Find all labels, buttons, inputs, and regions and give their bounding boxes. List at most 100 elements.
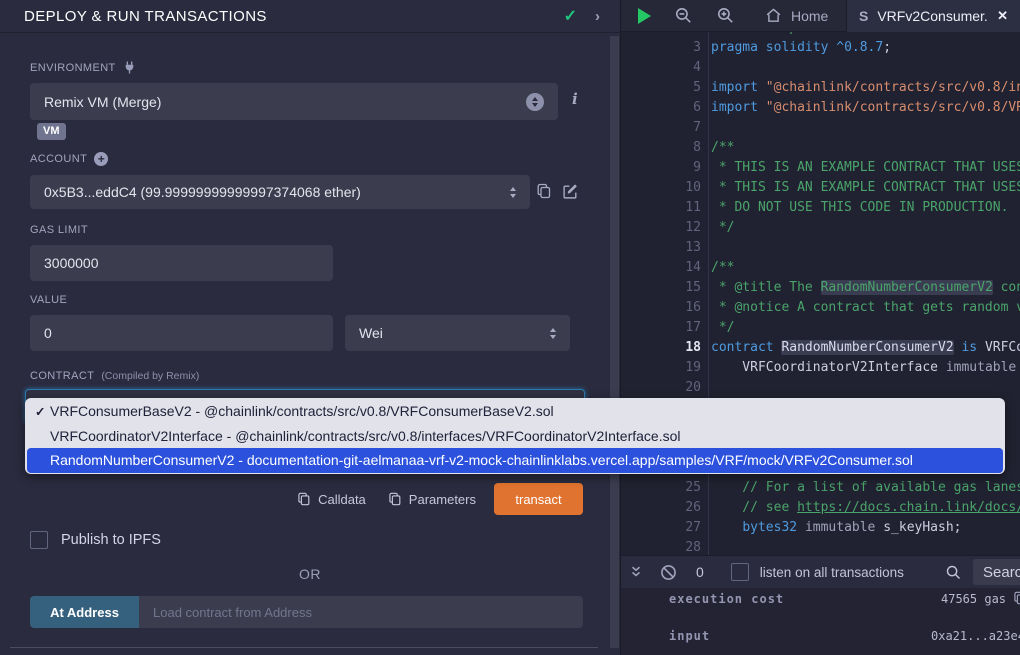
copy-icon <box>388 492 402 506</box>
terminal-expand-chevrons-icon[interactable] <box>629 565 643 579</box>
line-content: // see https://docs.chain.link/docs/vrf-… <box>708 498 1020 518</box>
value-unit-select[interactable]: Wei <box>345 315 570 351</box>
account-label-row: ACCOUNT + <box>30 152 108 166</box>
line-content: */ <box>708 318 734 338</box>
line-number: 10 <box>621 178 701 198</box>
line-content <box>708 378 711 398</box>
panel-divider <box>10 647 598 648</box>
line-number: 16 <box>621 298 701 318</box>
remix-ide-screen: DEPLOY & RUN TRANSACTIONS ✓ › ENVIRONMEN… <box>0 0 1020 655</box>
environment-value: Remix VM (Merge) <box>44 94 526 110</box>
at-address-input[interactable] <box>139 596 583 628</box>
zoom-out-icon[interactable] <box>674 6 693 25</box>
at-address-button[interactable]: At Address <box>30 596 139 628</box>
run-script-play-icon[interactable] <box>638 8 651 24</box>
code-line: 17 */ <box>621 318 1020 338</box>
transaction-count: 0 <box>696 564 704 580</box>
clear-console-ban-icon[interactable] <box>660 564 677 581</box>
value-label-row: VALUE <box>30 294 67 306</box>
deploy-run-panel: DEPLOY & RUN TRANSACTIONS ✓ › ENVIRONMEN… <box>0 0 620 655</box>
line-content <box>708 58 711 78</box>
editor-column: Home S VRFv2Consumer.sol ✕ 2// An exampl… <box>620 0 1020 655</box>
contract-label: CONTRACT <box>30 370 94 382</box>
account-select[interactable]: 0x5B3...eddC4 (99.99999999999997374068 e… <box>30 175 530 209</box>
parameters-label: Parameters <box>409 492 476 507</box>
terminal-key: input <box>669 629 710 643</box>
value-unit: Wei <box>359 325 550 341</box>
code-line: 14 /** <box>621 258 1020 278</box>
plug-icon <box>123 61 136 74</box>
line-number: 3 <box>621 38 701 58</box>
tab-close-icon[interactable]: ✕ <box>997 8 1008 24</box>
code-line: 28 <box>621 538 1020 555</box>
environment-select[interactable]: Remix VM (Merge) <box>30 83 558 120</box>
line-number: 11 <box>621 198 701 218</box>
line-number: 28 <box>621 538 701 555</box>
home-icon <box>765 7 782 24</box>
panel-collapse-chevron-icon[interactable]: › <box>595 8 600 25</box>
line-content <box>708 118 711 138</box>
code-line: 27 bytes32 immutable s_keyHash; <box>621 518 1020 538</box>
parameters-action[interactable]: Parameters <box>388 492 476 507</box>
tab-home[interactable]: Home <box>749 0 844 32</box>
line-number: 14 <box>621 258 701 278</box>
code-line: 18contract RandomNumberConsumerV2 is VRF… <box>621 338 1020 358</box>
code-editor[interactable]: 2// An example of a consumer contract th… <box>621 32 1020 555</box>
calldata-action[interactable]: Calldata <box>297 492 366 507</box>
select-arrows-icon <box>510 187 516 198</box>
option-label: VRFConsumerBaseV2 - @chainlink/contracts… <box>50 403 554 419</box>
copy-icon <box>297 492 311 506</box>
gas-limit-input[interactable] <box>30 245 333 281</box>
contract-dropdown-option[interactable]: RandomNumberConsumerV2 - documentation-g… <box>27 448 1003 473</box>
code-line: 8/** <box>621 138 1020 158</box>
code-line: 9 * THIS IS AN EXAMPLE CONTRACT THAT USE… <box>621 158 1020 178</box>
zoom-in-icon[interactable] <box>716 6 735 25</box>
tab-vrfv2consumer[interactable]: S VRFv2Consumer.sol ✕ <box>846 0 1020 32</box>
terminal-bar: 0 listen on all transactions <box>621 555 1020 588</box>
value-label: VALUE <box>30 294 67 306</box>
gas-limit-label: GAS LIMIT <box>30 224 88 236</box>
value-input[interactable] <box>30 315 333 351</box>
line-number: 17 <box>621 318 701 338</box>
panel-scrollbar[interactable] <box>610 36 619 648</box>
environment-info-icon[interactable]: i <box>572 90 578 108</box>
line-number: 26 <box>621 498 701 518</box>
code-line: 6import "@chainlink/contracts/src/v0.8/V… <box>621 98 1020 118</box>
environment-label-row: ENVIRONMENT <box>30 61 136 74</box>
listen-all-transactions-label: listen on all transactions <box>760 565 904 580</box>
publish-to-ipfs-checkbox[interactable] <box>30 531 48 549</box>
contract-dropdown-option[interactable]: ✓VRFConsumerBaseV2 - @chainlink/contract… <box>27 399 1003 424</box>
editor-tabbar: Home S VRFv2Consumer.sol ✕ <box>621 0 1020 32</box>
code-lines: 2// An example of a consumer contract th… <box>621 32 1020 555</box>
contract-dropdown-option[interactable]: VRFCoordinatorV2Interface - @chainlink/c… <box>27 424 1003 449</box>
copy-account-icon[interactable] <box>536 183 552 199</box>
panel-title: DEPLOY & RUN TRANSACTIONS <box>24 8 564 25</box>
code-line: 11 * DO NOT USE THIS CODE IN PRODUCTION. <box>621 198 1020 218</box>
line-content: bytes32 immutable s_keyHash; <box>708 518 961 538</box>
select-arrows-icon <box>526 93 544 111</box>
line-content: * DO NOT USE THIS CODE IN PRODUCTION. <box>708 198 1008 218</box>
line-content: /** <box>708 258 734 278</box>
copy-icon[interactable] <box>1013 591 1020 605</box>
line-number: 15 <box>621 278 701 298</box>
line-number: 19 <box>621 358 701 378</box>
at-address-row: At Address <box>30 596 583 628</box>
code-line: 26 // see https://docs.chain.link/docs/v… <box>621 498 1020 518</box>
contract-label-row: CONTRACT (Compiled by Remix) <box>30 370 199 382</box>
terminal-search-input[interactable] <box>973 559 1020 585</box>
add-account-icon[interactable]: + <box>94 152 108 166</box>
listen-all-transactions-checkbox[interactable] <box>731 563 749 581</box>
calldata-label: Calldata <box>318 492 366 507</box>
line-number: 9 <box>621 158 701 178</box>
transact-button[interactable]: transact <box>494 483 583 515</box>
terminal-search-icon <box>945 564 962 581</box>
code-line: 19 VRFCoordinatorV2Interface immutable C… <box>621 358 1020 378</box>
line-content: // For a list of available gas lanes on … <box>708 478 1020 498</box>
edit-account-icon[interactable] <box>562 183 579 200</box>
line-content: contract RandomNumberConsumerV2 is VRFCo… <box>708 338 1020 358</box>
publish-row: Publish to IPFS <box>30 531 161 549</box>
terminal-row-execution-cost: execution cost 47565 gas <box>669 592 1020 608</box>
code-line: 15 * @title The RandomNumberConsumerV2 c… <box>621 278 1020 298</box>
line-number: 13 <box>621 238 701 258</box>
terminal-body: execution cost 47565 gas input 0xa21...a… <box>621 588 1020 655</box>
